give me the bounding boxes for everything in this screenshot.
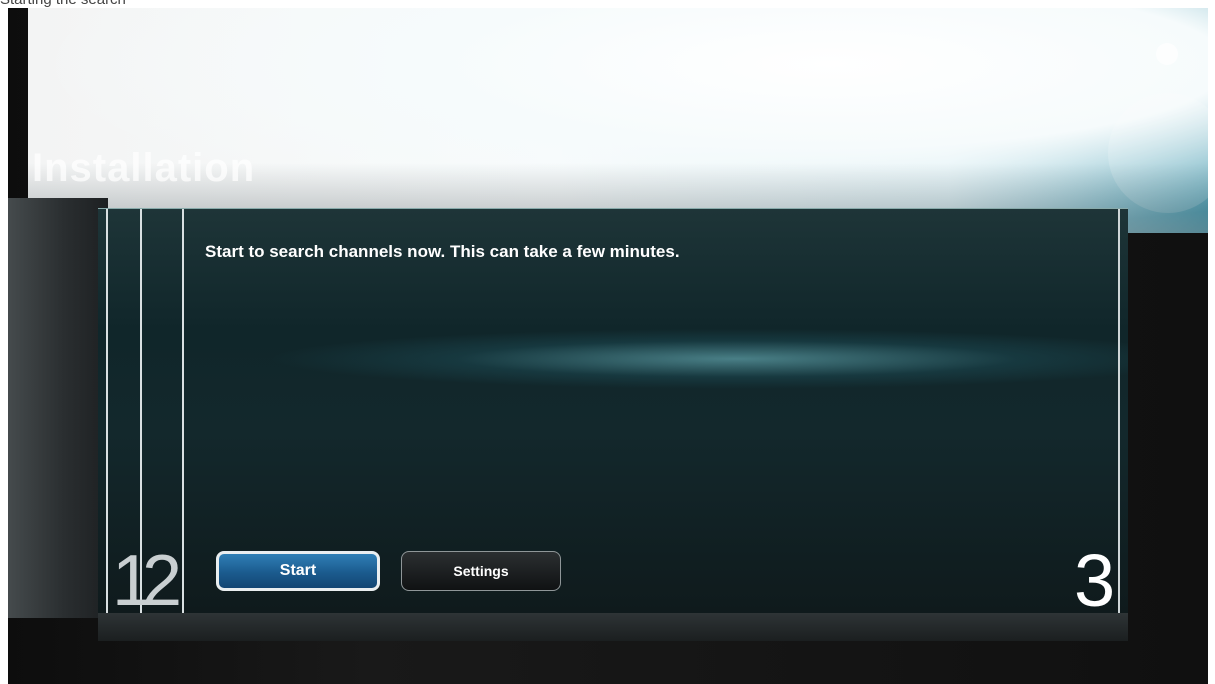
step-divider [182, 209, 184, 614]
page-title: Installation [32, 146, 256, 190]
step-divider [1118, 209, 1120, 614]
settings-button[interactable]: Settings [401, 551, 561, 591]
start-button[interactable]: Start [216, 551, 380, 591]
tv-screen: Installation Start to search channels no… [8, 8, 1208, 684]
header-area [28, 8, 1208, 233]
dialog-bottom-edge [98, 613, 1128, 641]
installation-dialog: Start to search channels now. This can t… [98, 208, 1128, 622]
left-shadow-panel [8, 198, 108, 618]
step-number-3: 3 [1074, 539, 1116, 622]
dialog-message: Start to search channels now. This can t… [205, 242, 680, 261]
step-divider [106, 209, 108, 614]
decorative-bubble [1156, 43, 1178, 65]
decorative-bubble [1108, 93, 1208, 213]
step-number-2: 2 [142, 541, 183, 621]
